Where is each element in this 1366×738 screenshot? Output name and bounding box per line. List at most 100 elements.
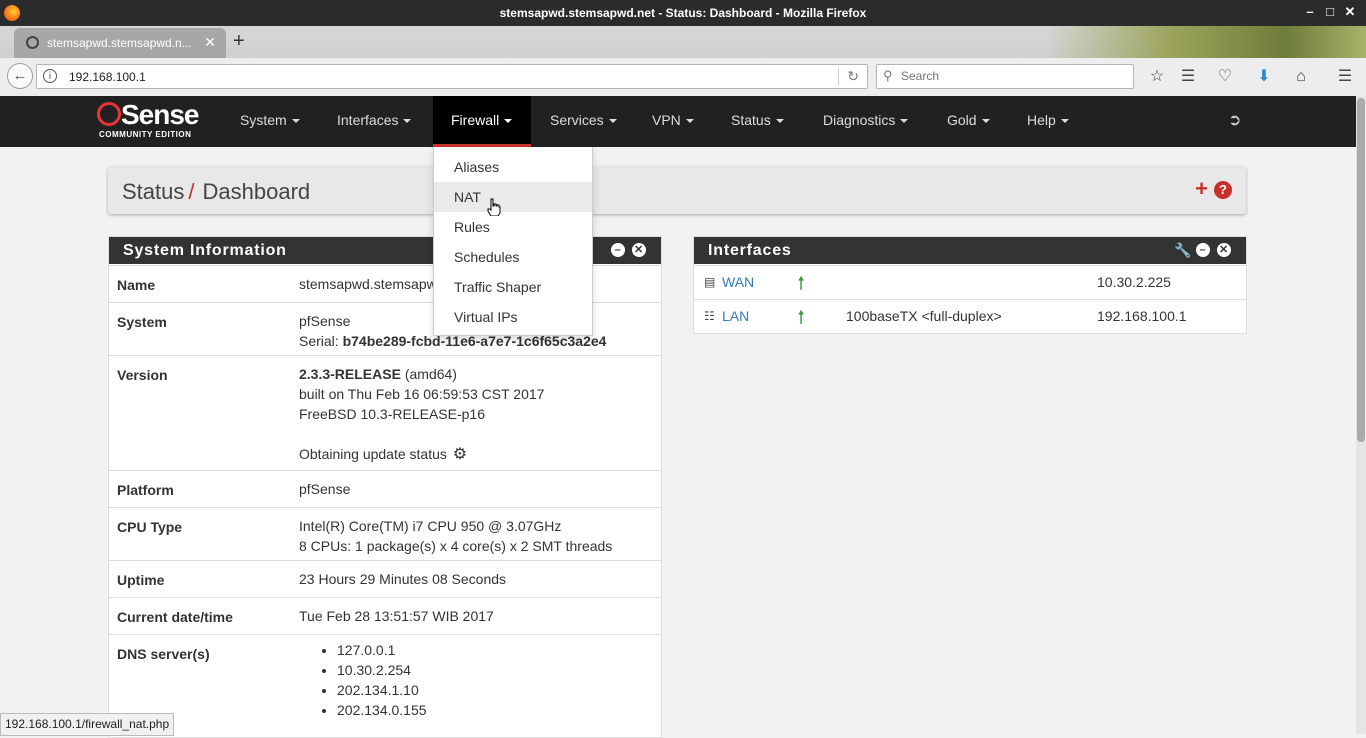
status-up-arrow-icon: 🠑 bbox=[798, 308, 805, 327]
add-widget-icon[interactable]: + bbox=[1195, 178, 1208, 200]
label-version: Version bbox=[117, 367, 168, 383]
minimize-button[interactable]: – bbox=[1302, 4, 1318, 20]
minimize-widget-icon[interactable]: – bbox=[1196, 243, 1210, 257]
row-uptime: Uptime 23 Hours 29 Minutes 08 Seconds bbox=[109, 560, 661, 597]
site-info-icon[interactable]: i bbox=[43, 69, 57, 83]
search-bar[interactable]: ⚲ bbox=[876, 64, 1134, 89]
pocket-icon[interactable]: ♡ bbox=[1215, 67, 1235, 87]
reload-icon[interactable]: ↻ bbox=[838, 68, 859, 85]
value-uptime: 23 Hours 29 Minutes 08 Seconds bbox=[299, 571, 507, 587]
value-datetime: Tue Feb 28 13:51:57 WIB 2017 bbox=[299, 608, 494, 624]
caret-down-icon bbox=[504, 119, 513, 124]
label-system: System bbox=[117, 314, 167, 330]
row-datetime: Current date/time Tue Feb 28 13:51:57 WI… bbox=[109, 597, 661, 634]
close-widget-icon[interactable]: ✕ bbox=[632, 243, 646, 257]
list-item: 202.134.0.155 bbox=[337, 700, 427, 720]
pfsense-logo[interactable]: Sense COMMUNITY EDITION bbox=[97, 99, 209, 142]
maximize-button[interactable]: □ bbox=[1322, 4, 1338, 20]
widget-title: Interfaces bbox=[708, 242, 792, 259]
url-bar[interactable]: i 192.168.100.1 ↻ bbox=[36, 64, 868, 89]
link-status-bar: 192.168.100.1/firewall_nat.php bbox=[0, 713, 175, 736]
table-row: ☷ LAN 🠑 100baseTX <full-duplex> 192.168.… bbox=[694, 299, 1246, 333]
tab-close-icon[interactable]: ✕ bbox=[204, 34, 216, 51]
dropdown-item-schedules[interactable]: Schedules bbox=[434, 242, 592, 272]
list-item: 10.30.2.254 bbox=[337, 660, 427, 680]
menu-status[interactable]: Status bbox=[731, 96, 784, 147]
wrench-icon[interactable]: 🔧 bbox=[1174, 243, 1191, 257]
caret-down-icon bbox=[775, 119, 784, 124]
search-icon: ⚲ bbox=[883, 68, 893, 83]
reading-list-icon[interactable]: ☰ bbox=[1178, 67, 1198, 87]
caret-down-icon bbox=[900, 119, 909, 124]
row-version: Version 2.3.3-RELEASE (amd64) built on T… bbox=[109, 355, 661, 470]
label-dns: DNS server(s) bbox=[117, 646, 210, 662]
row-platform: Platform pfSense bbox=[109, 470, 661, 507]
close-widget-icon[interactable]: ✕ bbox=[1217, 243, 1231, 257]
page-title: Status / Dashboard bbox=[122, 179, 310, 205]
bookmark-star-icon[interactable]: ☆ bbox=[1147, 67, 1167, 87]
menu-help[interactable]: Help bbox=[1027, 96, 1069, 147]
dropdown-item-virtual-ips[interactable]: Virtual IPs bbox=[434, 302, 592, 332]
scrollbar-thumb[interactable] bbox=[1357, 98, 1365, 442]
logout-icon[interactable]: ➲ bbox=[1228, 110, 1241, 130]
update-status: Obtaining update status ⚙ bbox=[299, 446, 468, 463]
row-cpu: CPU Type Intel(R) Core(TM) i7 CPU 950 @ … bbox=[109, 507, 661, 560]
label-cpu: CPU Type bbox=[117, 519, 183, 535]
navigation-toolbar: ← i 192.168.100.1 ↻ ⚲ ☆ ☰ ♡ ⬇ ⌂ ☰ bbox=[0, 58, 1366, 97]
search-input[interactable] bbox=[899, 68, 1123, 84]
hamburger-menu-icon[interactable]: ☰ bbox=[1335, 67, 1355, 87]
hand-pointer-icon bbox=[487, 198, 501, 216]
dropdown-item-nat[interactable]: NAT bbox=[434, 182, 592, 212]
browser-tab[interactable]: stemsapwd.stemsapwd.n... ✕ bbox=[14, 28, 226, 58]
back-button[interactable]: ← bbox=[7, 63, 33, 89]
minimize-widget-icon[interactable]: – bbox=[611, 243, 625, 257]
menu-firewall[interactable]: Firewall bbox=[433, 96, 531, 147]
menu-gold[interactable]: Gold bbox=[947, 96, 990, 147]
window-titlebar: stemsapwd.stemsapwd.net - Status: Dashbo… bbox=[0, 0, 1366, 26]
label-name: Name bbox=[117, 277, 156, 293]
gear-icon: ⚙ bbox=[452, 446, 468, 463]
dropdown-item-aliases[interactable]: Aliases bbox=[434, 152, 592, 182]
breadcrumb-separator: / bbox=[188, 179, 195, 204]
caret-down-icon bbox=[981, 119, 990, 124]
label-platform: Platform bbox=[117, 482, 174, 498]
label-uptime: Uptime bbox=[117, 572, 165, 588]
network-tree-icon: ☷ bbox=[704, 309, 715, 323]
value-platform: pfSense bbox=[299, 481, 351, 497]
theme-artwork bbox=[1046, 26, 1366, 58]
caret-down-icon bbox=[608, 119, 617, 124]
ethernet-port-icon: ▤ bbox=[704, 275, 716, 289]
value-built: built on Thu Feb 16 06:59:53 CST 2017 bbox=[299, 386, 545, 402]
dropdown-item-rules[interactable]: Rules bbox=[434, 212, 592, 242]
interface-ip: 10.30.2.225 bbox=[1097, 274, 1171, 290]
menu-services[interactable]: Services bbox=[550, 96, 617, 147]
dropdown-item-traffic-shaper[interactable]: Traffic Shaper bbox=[434, 272, 592, 302]
menu-interfaces[interactable]: Interfaces bbox=[337, 96, 412, 147]
close-window-button[interactable]: ✕ bbox=[1342, 4, 1358, 20]
list-item: 127.0.0.1 bbox=[337, 640, 427, 660]
breadcrumb-section[interactable]: Status bbox=[122, 179, 184, 204]
value-cpu-count: 8 CPUs: 1 package(s) x 4 core(s) x 2 SMT… bbox=[299, 538, 613, 554]
interface-ip: 192.168.100.1 bbox=[1097, 308, 1187, 324]
interface-link-wan[interactable]: WAN bbox=[722, 274, 754, 290]
status-up-arrow-icon: 🠑 bbox=[798, 274, 805, 293]
page-scrollbar[interactable] bbox=[1356, 96, 1366, 734]
new-tab-button[interactable]: + bbox=[233, 30, 245, 53]
interface-link-lan[interactable]: LAN bbox=[722, 308, 749, 324]
url-text[interactable]: 192.168.100.1 bbox=[69, 70, 146, 84]
pfsense-navbar: Sense COMMUNITY EDITION System Interface… bbox=[0, 96, 1356, 147]
menu-diagnostics[interactable]: Diagnostics bbox=[823, 96, 909, 147]
downloads-icon[interactable]: ⬇ bbox=[1254, 67, 1274, 87]
tab-label: stemsapwd.stemsapwd.n... bbox=[47, 36, 192, 50]
pfsense-favicon-icon bbox=[26, 36, 39, 49]
menu-vpn[interactable]: VPN bbox=[652, 96, 694, 147]
value-cpu-model: Intel(R) Core(TM) i7 CPU 950 @ 3.07GHz bbox=[299, 518, 562, 534]
interfaces-heading: Interfaces 🔧 – ✕ bbox=[694, 237, 1246, 264]
interface-media: 100baseTX <full-duplex> bbox=[846, 308, 1002, 324]
breadcrumb-page: Dashboard bbox=[202, 179, 311, 204]
logo-word: Sense bbox=[121, 99, 199, 130]
widget-title: System Information bbox=[123, 242, 287, 259]
help-icon[interactable]: ? bbox=[1214, 181, 1232, 199]
menu-system[interactable]: System bbox=[240, 96, 300, 147]
home-icon[interactable]: ⌂ bbox=[1291, 67, 1311, 87]
